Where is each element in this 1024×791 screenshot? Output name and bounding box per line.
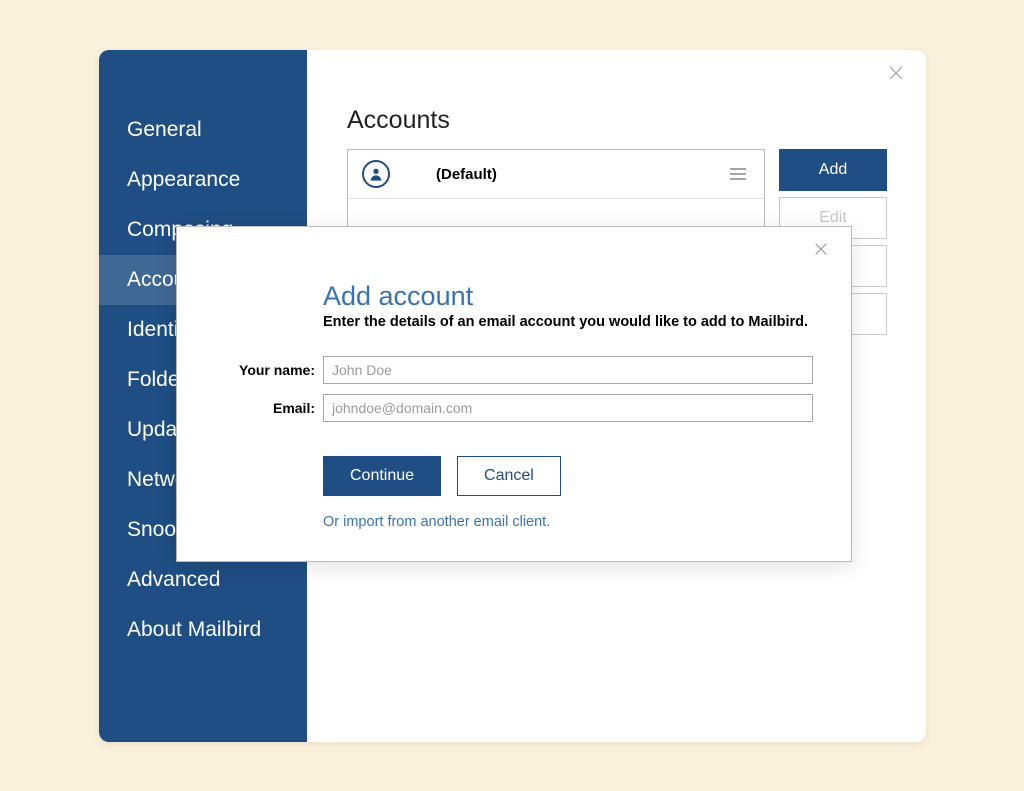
close-icon[interactable] <box>813 241 833 261</box>
email-label: Email: <box>215 400 315 416</box>
cancel-button[interactable]: Cancel <box>457 456 561 496</box>
close-icon[interactable] <box>887 64 909 86</box>
name-label: Your name: <box>215 362 315 378</box>
sidebar-item-advanced[interactable]: Advanced <box>99 555 307 605</box>
dialog-subtitle: Enter the details of an email account yo… <box>323 314 813 330</box>
sidebar-item-general[interactable]: General <box>99 105 307 155</box>
account-name: (Default) <box>436 166 497 183</box>
drag-handle-icon[interactable] <box>726 164 750 184</box>
continue-button[interactable]: Continue <box>323 456 441 496</box>
name-input[interactable] <box>323 356 813 384</box>
import-link[interactable]: Or import from another email client. <box>323 514 813 530</box>
person-icon <box>362 160 390 188</box>
add-account-dialog: Add account Enter the details of an emai… <box>176 226 852 562</box>
page-title: Accounts <box>347 106 887 135</box>
dialog-title: Add account <box>323 281 813 312</box>
email-input[interactable] <box>323 394 813 422</box>
add-button[interactable]: Add <box>779 149 887 191</box>
account-row[interactable]: (Default) <box>348 150 764 199</box>
sidebar-item-about[interactable]: About Mailbird <box>99 605 307 655</box>
sidebar-item-appearance[interactable]: Appearance <box>99 155 307 205</box>
